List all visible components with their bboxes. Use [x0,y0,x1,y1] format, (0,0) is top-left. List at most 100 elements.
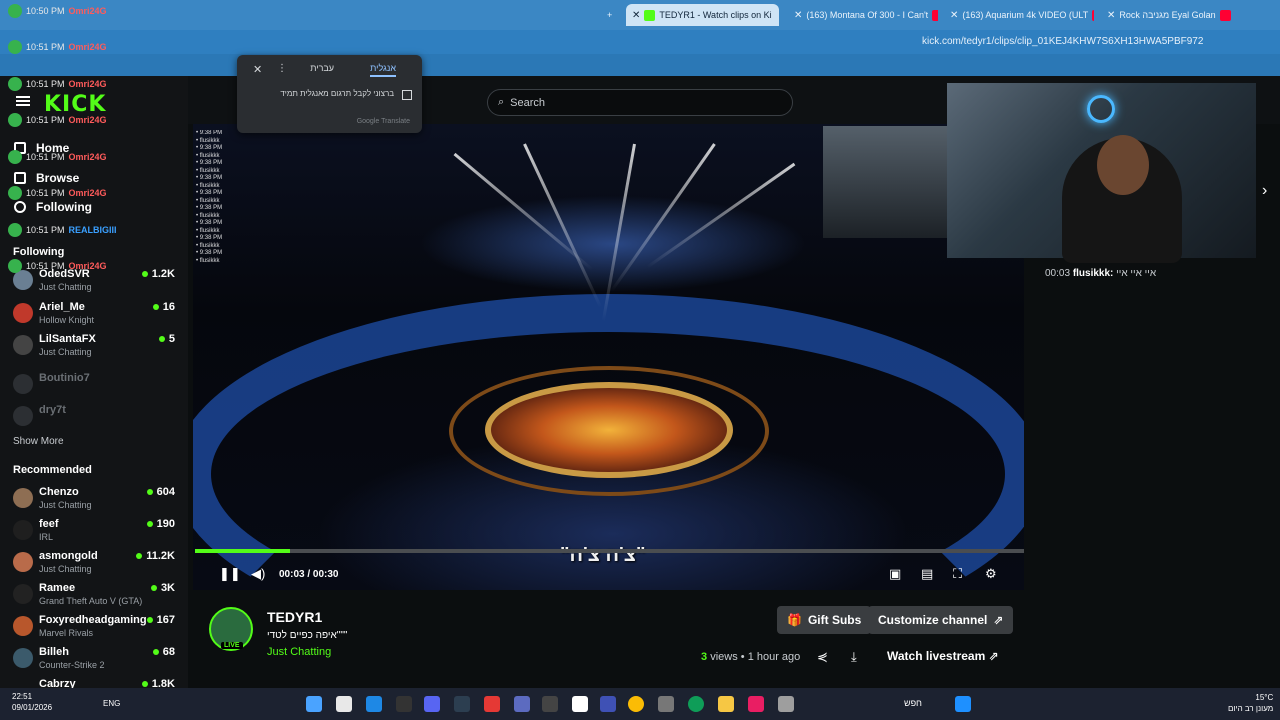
app-icon[interactable] [600,696,616,712]
windows-start-icon[interactable] [955,696,971,712]
app-icon[interactable] [542,696,558,712]
theater-mode-icon[interactable]: ▤ [921,566,933,582]
avatar [8,40,22,54]
avatar [8,259,22,273]
chat-user: Omri24G [68,42,107,52]
channel-name[interactable]: TEDYR1 [267,609,322,625]
chrome-icon[interactable] [628,696,644,712]
watch-livestream-button[interactable]: Watch livestream ⇗ [887,649,999,663]
volume-icon[interactable]: ◀) [251,566,265,582]
clip-age: 1 hour ago [747,651,801,663]
discord-icon[interactable] [424,696,440,712]
url-text[interactable]: kick.com/tedyr1/clips/clip_01KEJ4KHW7S6X… [922,36,1203,47]
temperature: 15°C [1255,693,1274,702]
channel-category: Hollow Knight [39,315,95,325]
app-icon[interactable] [336,696,352,712]
chatgpt-icon[interactable] [572,696,588,712]
tab-montana[interactable]: ✕ (163) Montana Of 300 - I Can't [788,4,938,26]
avatar [13,584,33,604]
app-icon[interactable] [306,696,322,712]
language-indicator[interactable]: ENG [103,699,120,708]
tab-title: Rock מגניבה Eyal Golan [1119,10,1216,20]
app-icon[interactable] [366,696,382,712]
tab-aquarium[interactable]: ✕ (163) Aquarium 4k VIDEO (ULT [944,4,1094,26]
channel-category: Just Chatting [39,500,92,510]
external-link-icon: ⇗ [988,649,999,663]
viewer-count: 167 [147,614,175,626]
sidebar-item-foxyredheadgaming[interactable]: Foxyredheadgaming Marvel Rivals 167 [13,614,181,644]
epic-games-icon[interactable] [396,696,412,712]
share-icon[interactable]: ⋞ [817,649,828,665]
chat-user: Omri24G [68,115,107,125]
channel-category: Just Chatting [39,564,92,574]
sidebar-item-ariel-me[interactable]: Ariel_Me Hollow Knight 16 [13,301,181,331]
viewer-count: 68 [153,646,175,658]
tab-english[interactable]: אנגלית [370,63,396,77]
app-icon[interactable] [748,696,764,712]
close-tab-icon[interactable]: ✕ [950,10,958,21]
close-tab-icon[interactable]: ✕ [794,10,802,21]
taskbar-search[interactable]: חפש [904,698,922,708]
gift-subs-button[interactable]: 🎁 Gift Subs [777,606,872,634]
download-icon[interactable]: ⤓ [851,649,857,665]
avatar [13,552,33,572]
more-options-icon[interactable]: ⋮ [277,63,287,74]
channel-category: Counter-Strike 2 [39,660,105,670]
tab-eyal-golan[interactable]: ✕ Rock מגניבה Eyal Golan [1101,4,1253,26]
customize-channel-button[interactable]: Customize channel ⇗ [868,606,1014,634]
avatar [8,186,22,200]
app-icon[interactable] [484,696,500,712]
sidebar-item-lilsantafx[interactable]: LilSantaFX Just Chatting 5 [13,333,181,363]
sidebar-item-billeh[interactable]: Billeh Counter-Strike 2 68 [13,646,181,676]
new-tab-button[interactable]: + [601,4,617,26]
sidebar-item-cabrzy[interactable]: Cabrzy 1.8K [13,678,181,688]
taskbar-clock[interactable]: 22:51 09/01/2026 [12,691,52,713]
app-icon[interactable] [658,696,674,712]
avatar [13,303,33,323]
search-input[interactable]: ⌕ Search [487,89,793,116]
external-link-icon: ⇗ [993,613,1004,627]
menu-icon[interactable] [16,96,30,98]
close-icon[interactable]: ✕ [253,63,262,76]
channel-name: Boutinio7 [39,372,90,384]
app-icon[interactable] [514,696,530,712]
chevron-right-icon[interactable]: › [1262,182,1267,200]
sidebar-item-boutinio7[interactable]: Boutinio7 [13,372,181,402]
progress-bar[interactable] [195,549,1024,553]
chat-user: REALBIGIII [68,225,117,235]
channel-category-link[interactable]: Just Chatting [267,646,331,658]
channel-name: Cabrzy [39,678,76,688]
sidebar-item-chenzo[interactable]: Chenzo Just Chatting 604 [13,486,181,516]
floating-chat-row: 10:50 PM Omri24G [8,4,107,18]
chat-user: Omri24G [68,6,107,16]
chat-user[interactable]: flusikkk: [1073,268,1114,279]
nav-following[interactable]: Following [14,200,92,214]
mini-player-icon[interactable]: ▣ [889,566,901,582]
sidebar-item-asmongold[interactable]: asmongold Just Chatting 11.2K [13,550,181,580]
chat-user: Omri24G [68,152,107,162]
channel-name: LilSantaFX [39,333,96,345]
youtube-favicon-icon [1219,9,1231,21]
nav-browse[interactable]: Browse [14,171,79,185]
sidebar-item-feef[interactable]: feef IRL 190 [13,518,181,548]
show-more-link[interactable]: Show More [13,436,64,447]
app-icon[interactable] [454,696,470,712]
weather-widget[interactable]: 15°C מעונן רב היום [1228,692,1273,714]
close-tab-icon[interactable]: ✕ [632,10,640,21]
clock-time: 22:51 [12,692,33,701]
always-translate-checkbox[interactable] [402,90,412,100]
app-icon[interactable] [778,696,794,712]
settings-icon[interactable]: ⚙ [985,566,997,582]
sidebar-item-dry7t[interactable]: dry7t [13,404,181,434]
youtube-favicon-icon [1092,9,1094,21]
pause-icon[interactable]: ❚❚ [219,566,241,582]
tab-hebrew[interactable]: עברית [310,63,334,73]
file-explorer-icon[interactable] [718,696,734,712]
sidebar-item-ramee[interactable]: Ramee Grand Theft Auto V (GTA) 3K [13,582,181,612]
edge-icon[interactable] [688,696,704,712]
tab-tedyr1[interactable]: ✕ TEDYR1 - Watch clips on Ki [626,4,779,26]
tab-title: (163) Montana Of 300 - I Can't [806,10,929,20]
close-tab-icon[interactable]: ✕ [1107,10,1115,21]
chat-user: Omri24G [68,261,107,271]
fullscreen-icon[interactable]: ⛶ [953,566,962,582]
